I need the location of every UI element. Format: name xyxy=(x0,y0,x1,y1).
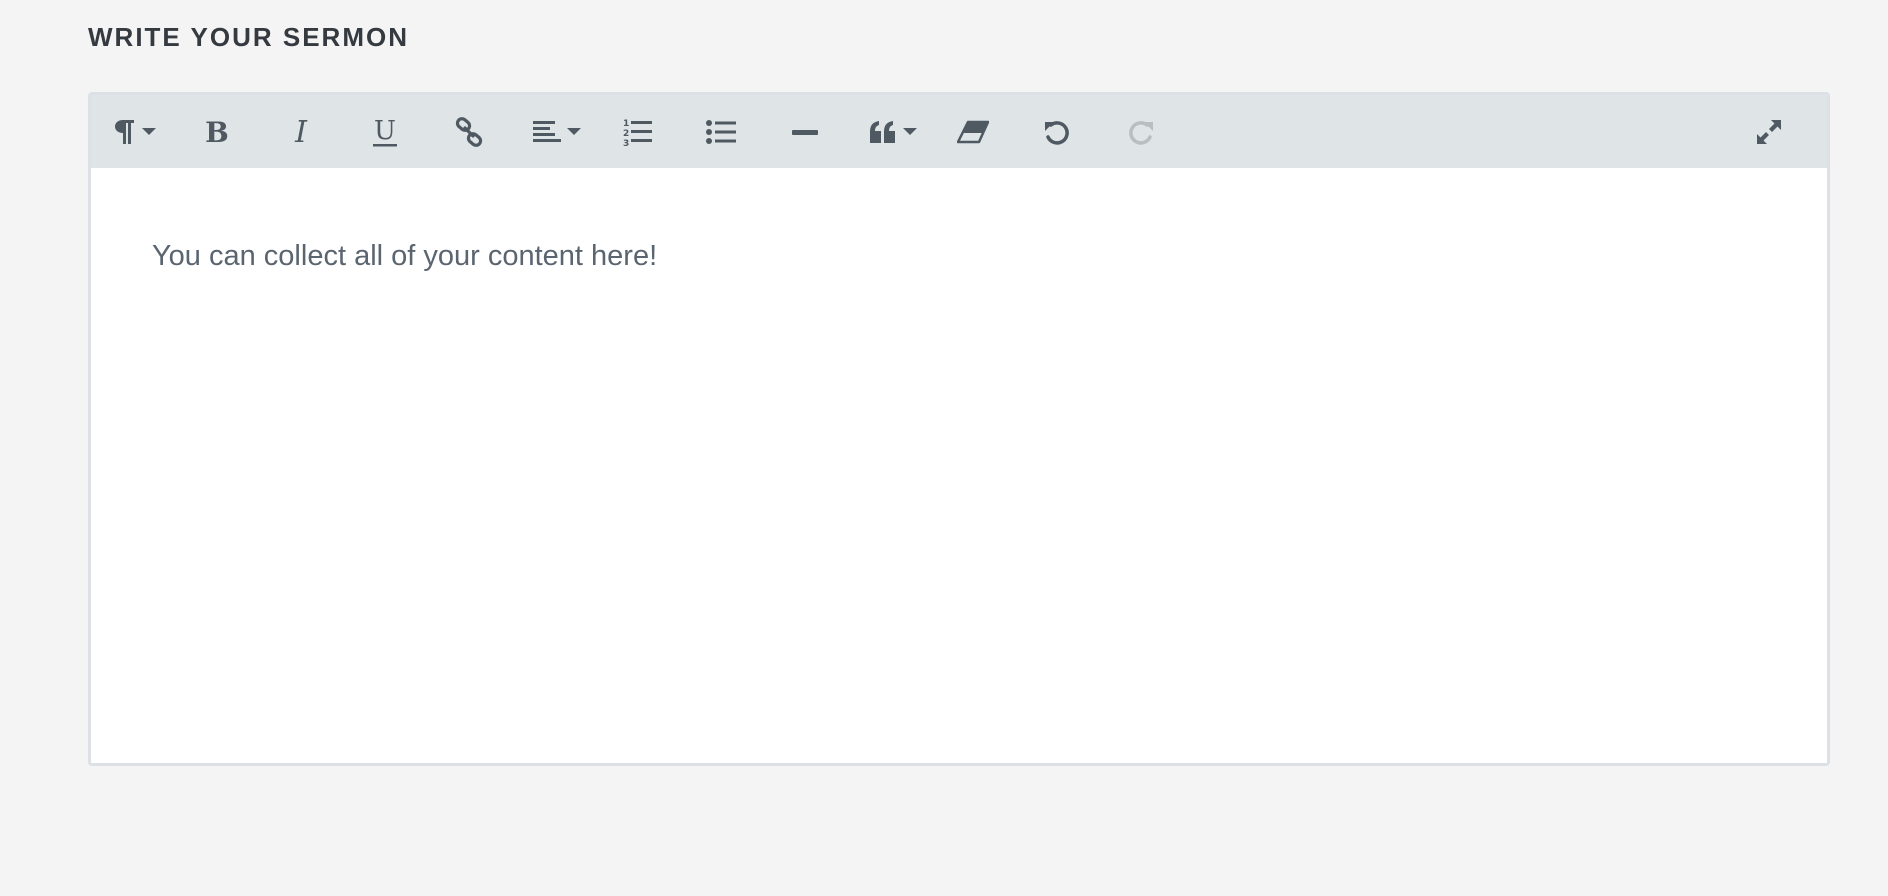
italic-icon: I xyxy=(289,117,313,147)
horizontal-rule-icon xyxy=(792,127,818,137)
editor-content-area[interactable]: You can collect all of your content here… xyxy=(91,168,1827,763)
chevron-down-icon xyxy=(142,128,156,135)
ordered-list-button[interactable]: 1 2 3 xyxy=(605,95,669,168)
redo-button[interactable] xyxy=(1109,95,1173,168)
svg-text:U: U xyxy=(374,116,396,146)
svg-text:I: I xyxy=(294,117,308,147)
quote-icon xyxy=(869,120,897,144)
chevron-down-icon xyxy=(567,128,581,135)
chevron-down-icon xyxy=(903,128,917,135)
bold-button[interactable]: B xyxy=(185,95,249,168)
svg-text:B: B xyxy=(205,117,229,147)
underline-icon: U xyxy=(371,116,399,148)
ordered-list-icon: 1 2 3 xyxy=(622,117,652,147)
underline-button[interactable]: U xyxy=(353,95,417,168)
unordered-list-button[interactable] xyxy=(689,95,753,168)
undo-button[interactable] xyxy=(1025,95,1089,168)
redo-icon xyxy=(1127,118,1155,146)
paragraph-format-icon xyxy=(114,118,136,146)
editor-text: You can collect all of your content here… xyxy=(152,240,658,272)
link-icon xyxy=(454,116,484,147)
align-button[interactable] xyxy=(521,95,593,168)
undo-icon xyxy=(1043,118,1071,146)
fullscreen-button[interactable] xyxy=(1737,95,1801,168)
unordered-list-icon xyxy=(706,119,736,145)
link-button[interactable] xyxy=(437,95,501,168)
horizontal-rule-button[interactable] xyxy=(773,95,837,168)
svg-text:3: 3 xyxy=(623,139,629,147)
quote-button[interactable] xyxy=(857,95,929,168)
page: WRITE YOUR SERMON B I U 1 2 3 You can co… xyxy=(0,0,1888,896)
expand-icon xyxy=(1755,118,1783,146)
paragraph-format-button[interactable] xyxy=(99,95,171,168)
clear-formatting-button[interactable] xyxy=(941,95,1005,168)
italic-button[interactable]: I xyxy=(269,95,333,168)
svg-text:1: 1 xyxy=(623,119,629,129)
bold-icon: B xyxy=(203,117,231,147)
align-left-icon xyxy=(533,120,561,144)
editor-toolbar: B I U 1 2 3 xyxy=(91,95,1827,168)
section-title: WRITE YOUR SERMON xyxy=(88,22,409,52)
rich-text-editor: B I U 1 2 3 You can collect all of your … xyxy=(88,92,1830,766)
eraser-icon xyxy=(957,120,989,144)
svg-text:2: 2 xyxy=(623,129,629,139)
